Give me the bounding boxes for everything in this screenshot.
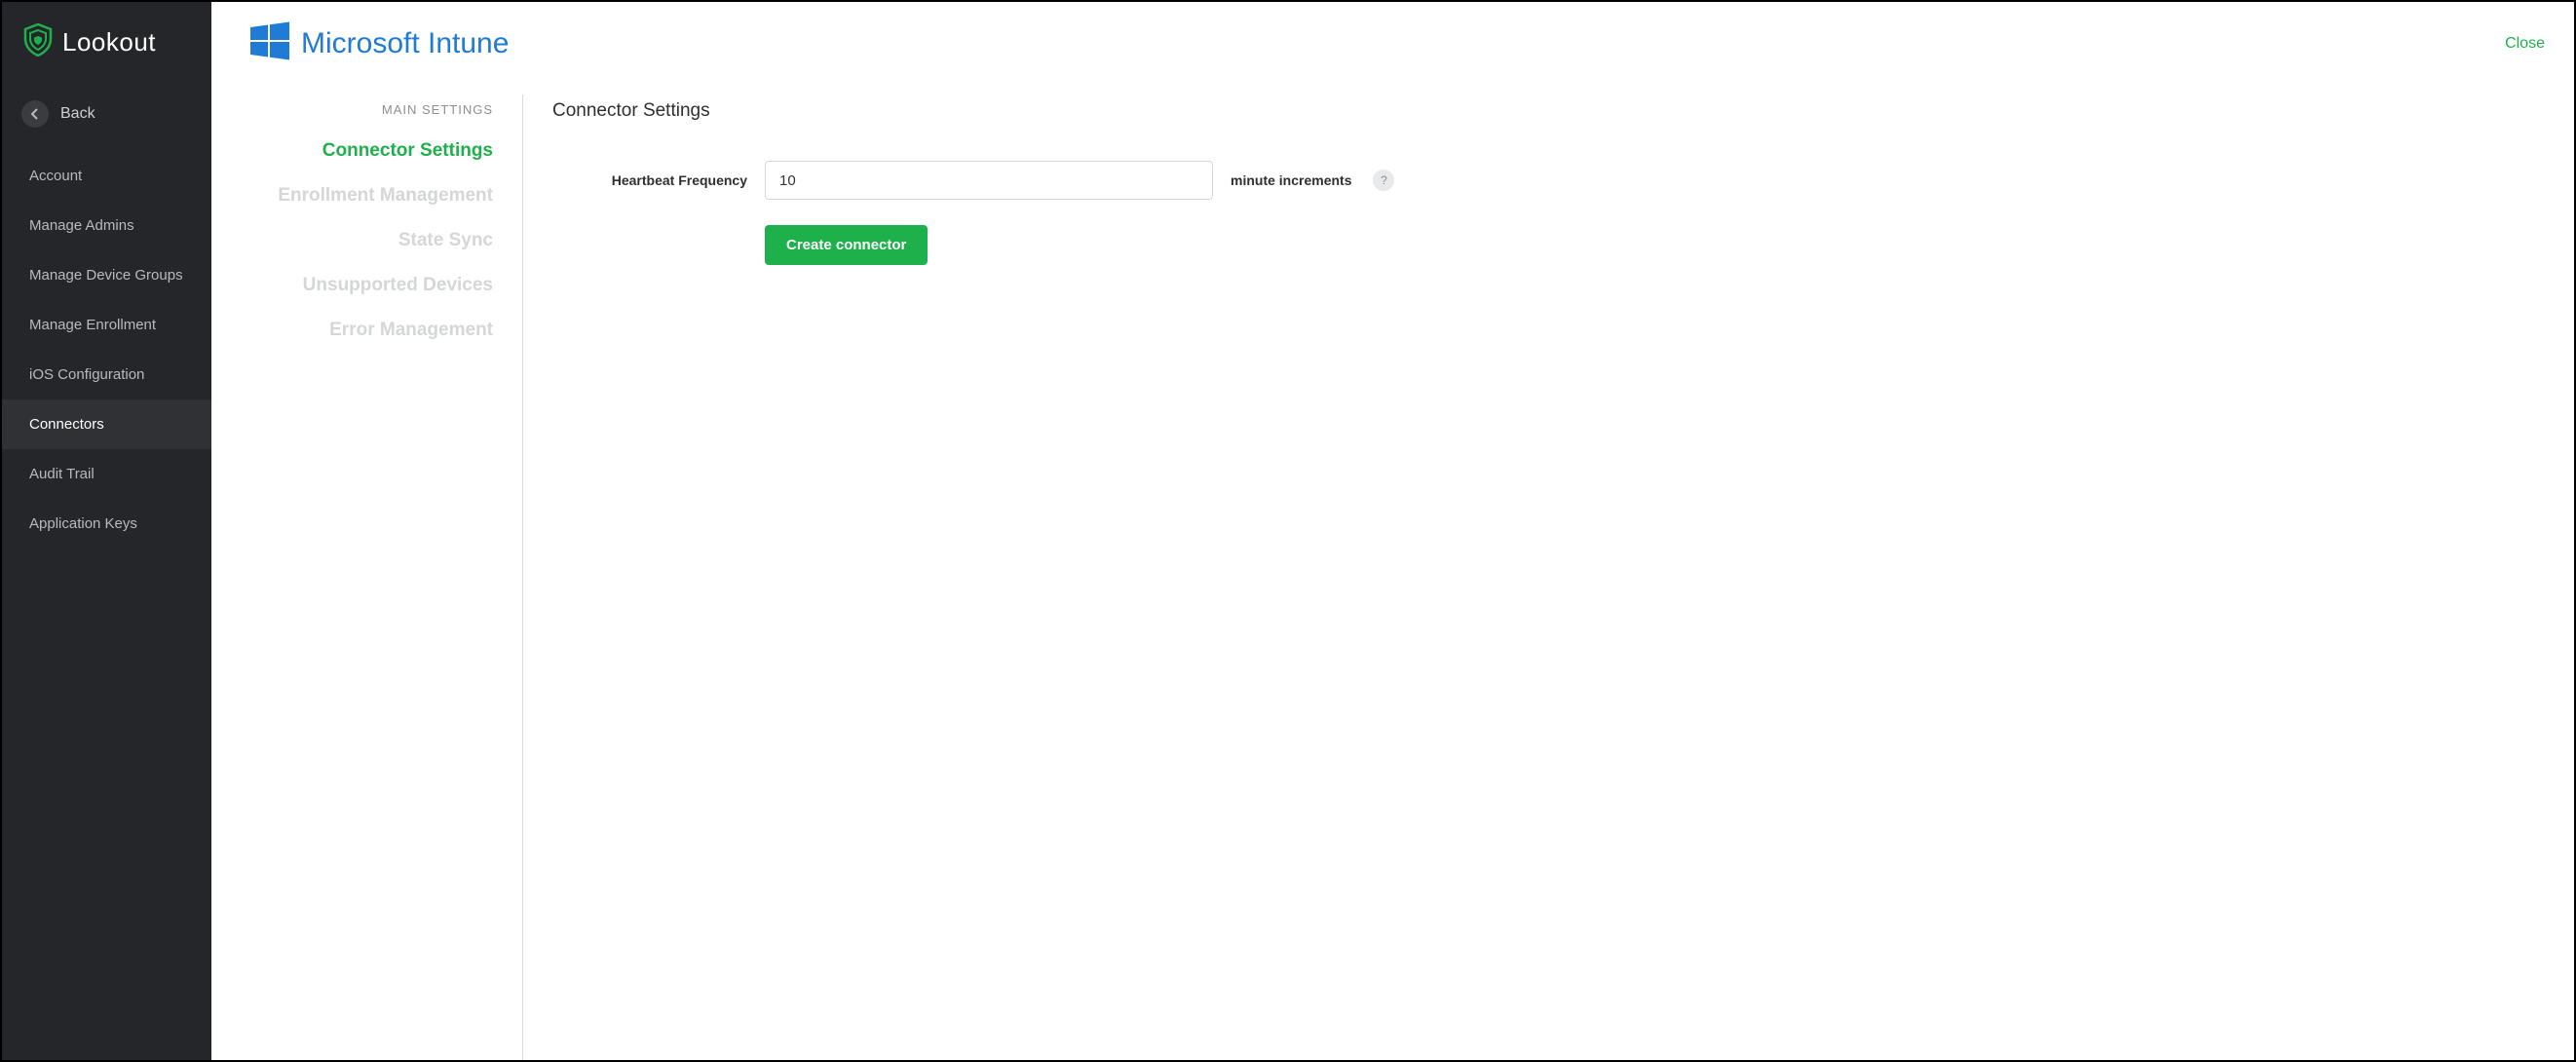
settings-nav-error-management[interactable]: Error Management [329, 320, 493, 341]
back-button[interactable]: Back [2, 91, 211, 151]
sidebar-item-application-keys[interactable]: Application Keys [2, 499, 211, 549]
sidebar-nav: Account Manage Admins Manage Device Grou… [2, 151, 211, 549]
panel-title: Connector Settings [552, 100, 2535, 122]
windows-logo-icon [250, 21, 289, 65]
heartbeat-row: Heartbeat Frequency minute increments ? [552, 161, 2535, 200]
sidebar: Lookout Back Account Manage Admins Manag… [2, 2, 211, 1060]
sidebar-item-account[interactable]: Account [2, 151, 211, 201]
settings-nav-heading: MAIN SETTINGS [382, 102, 493, 117]
sidebar-item-label: Manage Admins [29, 217, 134, 234]
settings-nav-label: Unsupported Devices [303, 275, 493, 295]
settings-panel: Connector Settings Heartbeat Frequency m… [523, 95, 2535, 1060]
settings-nav-label: Enrollment Management [278, 185, 493, 206]
settings-nav-label: Error Management [329, 320, 493, 340]
sidebar-item-manage-enrollment[interactable]: Manage Enrollment [2, 300, 211, 350]
heartbeat-input[interactable] [765, 161, 1213, 200]
create-connector-button[interactable]: Create connector [765, 225, 928, 265]
settings-nav-label: State Sync [398, 230, 493, 250]
sidebar-item-label: iOS Configuration [29, 366, 144, 383]
brand: Lookout [2, 2, 211, 91]
back-label: Back [60, 105, 95, 123]
brand-name: Lookout [62, 27, 156, 57]
settings-nav-connector-settings[interactable]: Connector Settings [322, 140, 493, 162]
lookout-shield-icon [23, 23, 53, 61]
help-icon[interactable]: ? [1373, 170, 1394, 191]
sidebar-item-connectors[interactable]: Connectors [2, 399, 211, 449]
sidebar-item-label: Connectors [29, 416, 104, 433]
product-name: Microsoft Intune [301, 27, 509, 60]
sidebar-item-audit-trail[interactable]: Audit Trail [2, 449, 211, 499]
sidebar-item-label: Manage Device Groups [29, 267, 183, 284]
chevron-left-icon [21, 100, 49, 128]
button-row: Create connector [552, 225, 2535, 265]
settings-nav-unsupported-devices[interactable]: Unsupported Devices [303, 275, 493, 296]
sidebar-item-label: Application Keys [29, 515, 137, 532]
heartbeat-label: Heartbeat Frequency [552, 172, 747, 188]
sidebar-item-ios-configuration[interactable]: iOS Configuration [2, 350, 211, 399]
content-row: MAIN SETTINGS Connector Settings Enrollm… [211, 85, 2574, 1060]
sidebar-item-manage-device-groups[interactable]: Manage Device Groups [2, 250, 211, 300]
settings-nav-label: Connector Settings [322, 140, 493, 161]
app-root: Lookout Back Account Manage Admins Manag… [0, 0, 2576, 1062]
sidebar-item-manage-admins[interactable]: Manage Admins [2, 201, 211, 250]
settings-nav-state-sync[interactable]: State Sync [398, 230, 493, 251]
settings-nav-enrollment-management[interactable]: Enrollment Management [278, 185, 493, 207]
sidebar-item-label: Manage Enrollment [29, 317, 156, 333]
sidebar-item-label: Account [29, 168, 82, 184]
settings-nav: MAIN SETTINGS Connector Settings Enrollm… [250, 95, 523, 1060]
close-button[interactable]: Close [2505, 35, 2545, 53]
intune-brand: Microsoft Intune [250, 21, 509, 65]
heartbeat-suffix: minute increments [1231, 172, 1351, 188]
sidebar-item-label: Audit Trail [29, 466, 95, 482]
main-header: Microsoft Intune Close [211, 2, 2574, 85]
main-content: Microsoft Intune Close MAIN SETTINGS Con… [211, 2, 2574, 1060]
